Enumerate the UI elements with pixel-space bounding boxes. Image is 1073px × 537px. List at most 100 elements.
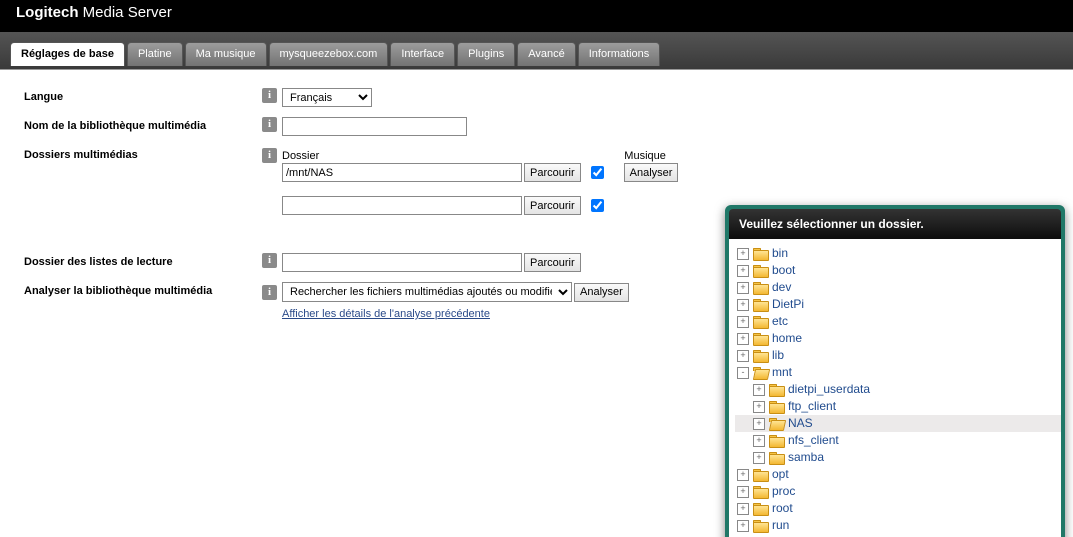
expand-icon[interactable]: + xyxy=(753,401,765,413)
tree-node-etc[interactable]: + etc xyxy=(735,313,1061,330)
expand-icon[interactable]: + xyxy=(753,435,765,447)
folder-icon xyxy=(753,486,768,498)
folder-icon xyxy=(753,503,768,515)
media-path-2-input[interactable] xyxy=(282,196,522,215)
media-path-1-input[interactable] xyxy=(282,163,522,182)
info-icon[interactable]: i xyxy=(262,117,277,132)
tree-node-label[interactable]: NAS xyxy=(788,415,813,432)
tree-node-dietpi-userdata[interactable]: + dietpi_userdata xyxy=(735,381,1061,398)
playlist-path-input[interactable] xyxy=(282,253,522,272)
rescan-button[interactable]: Analyser xyxy=(574,283,629,302)
folder-icon xyxy=(769,418,784,430)
expand-icon[interactable]: + xyxy=(737,333,749,345)
settings-panel: Langue i Français Nom de la bibliothèque… xyxy=(0,70,1073,537)
tree-node-label[interactable]: boot xyxy=(772,262,795,279)
rescan-type-select[interactable]: Rechercher les fichiers multimédias ajou… xyxy=(282,282,572,302)
tree-node-nas[interactable]: + NAS xyxy=(735,415,1061,432)
brand-rest: Media Server xyxy=(79,4,172,21)
label-library-name: Nom de la bibliothèque multimédia xyxy=(24,117,262,132)
tree-node-boot[interactable]: + boot xyxy=(735,262,1061,279)
tree-node-label[interactable]: nfs_client xyxy=(788,432,839,449)
tree-node-label[interactable]: bin xyxy=(772,245,788,262)
expand-icon[interactable]: + xyxy=(737,316,749,328)
tab-plugins[interactable]: Plugins xyxy=(457,42,515,66)
tab-r-glages-de-base[interactable]: Réglages de base xyxy=(10,42,125,66)
expand-icon[interactable]: + xyxy=(753,452,765,464)
expand-icon[interactable]: + xyxy=(737,350,749,362)
tree-node-root[interactable]: + root xyxy=(735,500,1061,517)
folder-icon xyxy=(753,316,768,328)
label-language: Langue xyxy=(24,88,262,103)
tree-node-label[interactable]: dev xyxy=(772,279,791,296)
expand-icon[interactable]: + xyxy=(737,486,749,498)
folder-icon xyxy=(753,469,768,481)
collapse-icon[interactable]: - xyxy=(737,367,749,379)
tree-node-dev[interactable]: + dev xyxy=(735,279,1061,296)
label-media-folders: Dossiers multimédias xyxy=(24,146,262,161)
media-music-checkbox-2[interactable] xyxy=(591,199,604,212)
tab-mysqueezebox-com[interactable]: mysqueezebox.com xyxy=(269,42,389,66)
playlist-browse-button[interactable]: Parcourir xyxy=(524,253,581,272)
folder-icon xyxy=(753,333,768,345)
tree-node-label[interactable]: home xyxy=(772,330,802,347)
info-icon[interactable]: i xyxy=(262,253,277,268)
folder-icon xyxy=(753,367,768,379)
tree-node-ftp-client[interactable]: + ftp_client xyxy=(735,398,1061,415)
tab-platine[interactable]: Platine xyxy=(127,42,183,66)
language-select[interactable]: Français xyxy=(282,88,372,107)
tree-node-opt[interactable]: + opt xyxy=(735,466,1061,483)
expand-icon[interactable]: + xyxy=(737,265,749,277)
library-name-input[interactable] xyxy=(282,117,467,136)
dialog-title: Veuillez sélectionner un dossier. xyxy=(729,209,1061,239)
tree-node-home[interactable]: + home xyxy=(735,330,1061,347)
expand-icon[interactable]: + xyxy=(737,520,749,532)
rescan-details-link[interactable]: Afficher les détails de l'analyse précéd… xyxy=(282,308,490,320)
folder-icon xyxy=(769,435,784,447)
info-icon[interactable]: i xyxy=(262,148,277,163)
label-rescan: Analyser la bibliothèque multimédia xyxy=(24,282,262,297)
tree-node-label[interactable]: ftp_client xyxy=(788,398,836,415)
tree-node-bin[interactable]: + bin xyxy=(735,245,1061,262)
tree-node-label[interactable]: run xyxy=(772,517,789,534)
tree-node-label[interactable]: mnt xyxy=(772,364,792,381)
expand-icon[interactable]: + xyxy=(737,469,749,481)
expand-icon[interactable]: + xyxy=(737,282,749,294)
folder-icon xyxy=(753,248,768,260)
folder-icon xyxy=(769,401,784,413)
scan-button-1[interactable]: Analyser xyxy=(624,163,679,182)
tree-node-samba[interactable]: + samba xyxy=(735,449,1061,466)
tree-node-nfs-client[interactable]: + nfs_client xyxy=(735,432,1061,449)
expand-icon[interactable]: + xyxy=(737,248,749,260)
tree-node-label[interactable]: etc xyxy=(772,313,788,330)
folder-tree[interactable]: + bin + boot + dev + DietPi + etc + home + lib - mnt + di… xyxy=(729,239,1061,537)
expand-icon[interactable]: + xyxy=(737,299,749,311)
tab-avanc-[interactable]: Avancé xyxy=(517,42,576,66)
tree-node-label[interactable]: samba xyxy=(788,449,824,466)
tree-node-run[interactable]: + run xyxy=(735,517,1061,534)
tree-node-dietpi[interactable]: + DietPi xyxy=(735,296,1061,313)
tab-interface[interactable]: Interface xyxy=(390,42,455,66)
app-header: Logitech Media Server xyxy=(0,0,1073,32)
info-icon[interactable]: i xyxy=(262,88,277,103)
expand-icon[interactable]: + xyxy=(753,418,765,430)
tab-ma-musique[interactable]: Ma musique xyxy=(185,42,267,66)
tree-node-mnt[interactable]: - mnt xyxy=(735,364,1061,381)
folder-icon xyxy=(753,282,768,294)
tabs-bar: Réglages de basePlatineMa musiquemysquee… xyxy=(0,32,1073,70)
tab-informations[interactable]: Informations xyxy=(578,42,661,66)
info-icon[interactable]: i xyxy=(262,285,277,300)
folder-icon xyxy=(753,350,768,362)
tree-node-label[interactable]: DietPi xyxy=(772,296,804,313)
tree-node-proc[interactable]: + proc xyxy=(735,483,1061,500)
expand-icon[interactable]: + xyxy=(737,503,749,515)
tree-node-label[interactable]: dietpi_userdata xyxy=(788,381,870,398)
browse-button-2[interactable]: Parcourir xyxy=(524,196,581,215)
tree-node-label[interactable]: lib xyxy=(772,347,784,364)
tree-node-lib[interactable]: + lib xyxy=(735,347,1061,364)
tree-node-label[interactable]: root xyxy=(772,500,793,517)
browse-button-1[interactable]: Parcourir xyxy=(524,163,581,182)
media-music-checkbox-1[interactable] xyxy=(591,166,604,179)
expand-icon[interactable]: + xyxy=(753,384,765,396)
tree-node-label[interactable]: opt xyxy=(772,466,789,483)
tree-node-label[interactable]: proc xyxy=(772,483,795,500)
